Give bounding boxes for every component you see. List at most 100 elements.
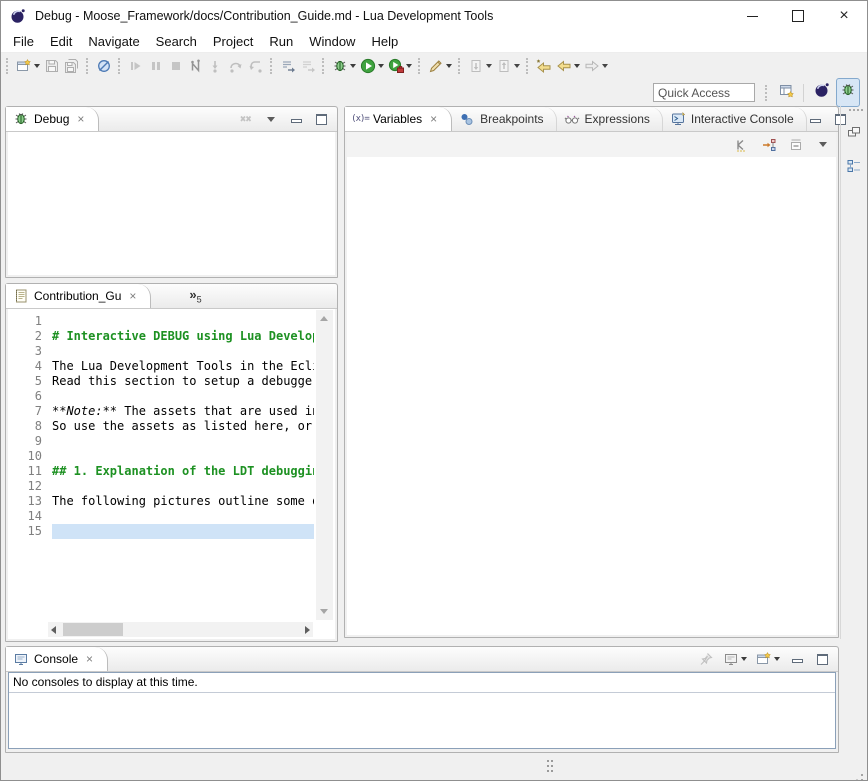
toolbar-grip[interactable] <box>526 58 531 74</box>
toolbar-grip[interactable] <box>86 58 91 74</box>
previous-annotation-dropdown-arrow[interactable] <box>514 64 520 68</box>
restore-view-button[interactable] <box>844 122 864 147</box>
next-annotation-dropdown-arrow[interactable] <box>486 64 492 68</box>
remove-all-terminated-button[interactable] <box>237 110 255 128</box>
use-step-filters-button[interactable] <box>298 56 318 76</box>
minimize-button[interactable] <box>287 110 305 128</box>
run-dropdown-arrow[interactable] <box>378 64 384 68</box>
show-logical-structures-button[interactable] <box>759 135 779 155</box>
window-resize-grip[interactable] <box>861 774 863 776</box>
console-tab-close-icon[interactable]: × <box>86 652 93 666</box>
view-menu-button[interactable] <box>813 135 833 155</box>
editor-line-13[interactable]: 13The following pictures outline some o <box>8 494 314 509</box>
trim-drag-handle[interactable] <box>853 109 855 111</box>
scroll-up-arrow[interactable] <box>320 316 328 321</box>
terminate-button[interactable] <box>166 56 186 76</box>
quick-access-input[interactable] <box>653 83 755 102</box>
menu-edit[interactable]: Edit <box>42 32 80 51</box>
tab-variables[interactable]: (x)=Variables× <box>345 107 452 131</box>
maximize-button[interactable] <box>312 110 330 128</box>
tab-contribution-guide[interactable]: Contribution_Gu × <box>6 284 151 308</box>
open-console-dropdown-arrow[interactable] <box>774 657 780 661</box>
skip-all-breakpoints-button[interactable] <box>94 56 114 76</box>
editor-horizontal-scrollbar[interactable] <box>48 622 313 637</box>
scroll-down-arrow[interactable] <box>320 609 328 614</box>
run-button[interactable] <box>358 56 386 76</box>
debug-tab-close-icon[interactable]: × <box>77 112 84 126</box>
minimize-button[interactable] <box>807 110 825 128</box>
tab-debug[interactable]: Debug × <box>6 107 99 131</box>
forward-dropdown-arrow[interactable] <box>602 64 608 68</box>
editor-line-4[interactable]: 4The Lua Development Tools in the Ecli <box>8 359 314 374</box>
editor-line-11[interactable]: 11## 1. Explanation of the LDT debuggin <box>8 464 314 479</box>
forward-button[interactable] <box>582 56 610 76</box>
menu-search[interactable]: Search <box>148 32 205 51</box>
save-button[interactable] <box>42 56 62 76</box>
next-annotation-button[interactable] <box>466 56 494 76</box>
tab-expressions[interactable]: Expressions <box>557 107 663 131</box>
tab-close-icon[interactable]: × <box>430 112 437 126</box>
suspend-button[interactable] <box>146 56 166 76</box>
pencil-dropdown-arrow[interactable] <box>446 64 452 68</box>
toolbar-grip[interactable] <box>418 58 423 74</box>
lua-perspective-button[interactable] <box>810 78 834 107</box>
menu-navigate[interactable]: Navigate <box>80 32 147 51</box>
editor-line-12[interactable]: 12 <box>8 479 314 494</box>
new-wizard-dropdown-arrow[interactable] <box>34 64 40 68</box>
editor-line-5[interactable]: 5Read this section to setup a debugger <box>8 374 314 389</box>
editor-vertical-scrollbar[interactable] <box>316 310 333 620</box>
editor-line-8[interactable]: 8So use the assets as listed here, or <box>8 419 314 434</box>
step-over-button[interactable] <box>226 56 246 76</box>
editor-line-7[interactable]: 7**Note:** The assets that are used in <box>8 404 314 419</box>
tab-breakpoints[interactable]: Breakpoints <box>452 107 556 131</box>
toolbar-grip[interactable] <box>765 85 770 101</box>
menu-project[interactable]: Project <box>205 32 261 51</box>
back-dropdown-arrow[interactable] <box>574 64 580 68</box>
view-menu-button[interactable] <box>262 110 280 128</box>
window-minimize-button[interactable] <box>729 1 775 31</box>
editor-line-10[interactable]: 10 <box>8 449 314 464</box>
scrollbar-thumb[interactable] <box>63 623 123 636</box>
toolbar-grip[interactable] <box>322 58 327 74</box>
debug-view-content[interactable] <box>8 132 335 275</box>
status-drag-handle[interactable] <box>547 760 549 762</box>
disconnect-button[interactable] <box>186 56 206 76</box>
menu-run[interactable]: Run <box>261 32 301 51</box>
external-tools-dropdown-arrow[interactable] <box>406 64 412 68</box>
maximize-button[interactable] <box>813 650 831 668</box>
tab-interactive-console[interactable]: Interactive Console <box>663 107 807 131</box>
step-into-button[interactable] <box>206 56 226 76</box>
tab-console[interactable]: Console × <box>6 647 108 671</box>
open-perspective-button[interactable] <box>775 78 799 107</box>
scroll-left-arrow[interactable] <box>51 626 56 634</box>
external-tools-button[interactable] <box>386 56 414 76</box>
variables-view-content[interactable] <box>347 157 836 635</box>
pencil-button[interactable] <box>426 56 454 76</box>
collapse-all-button[interactable] <box>786 135 806 155</box>
scroll-right-arrow[interactable] <box>305 626 310 634</box>
console-content[interactable]: No consoles to display at this time. <box>8 672 836 749</box>
toolbar-grip[interactable] <box>270 58 275 74</box>
window-maximize-button[interactable] <box>775 1 821 31</box>
menu-window[interactable]: Window <box>301 32 363 51</box>
more-editors-chevron[interactable]: »5 <box>189 287 201 305</box>
editor-line-6[interactable]: 6 <box>8 389 314 404</box>
back-button[interactable] <box>554 56 582 76</box>
debug-button[interactable] <box>330 56 358 76</box>
editor-line-14[interactable]: 14 <box>8 509 314 524</box>
previous-annotation-button[interactable] <box>494 56 522 76</box>
editor-line-9[interactable]: 9 <box>8 434 314 449</box>
editor-line-1[interactable]: 1 <box>8 314 314 329</box>
outline-view-button[interactable] <box>844 156 864 181</box>
minimize-button[interactable] <box>788 650 806 668</box>
pin-console-button[interactable] <box>697 650 715 668</box>
display-selected-console-dropdown-arrow[interactable] <box>741 657 747 661</box>
last-edit-location-button[interactable] <box>534 56 554 76</box>
drop-to-frame-button[interactable] <box>278 56 298 76</box>
debug-perspective-button[interactable] <box>836 78 860 107</box>
editor-line-2[interactable]: 2# Interactive DEBUG using Lua Develop <box>8 329 314 344</box>
editor-text-area[interactable]: 12# Interactive DEBUG using Lua Develop3… <box>8 314 314 621</box>
show-type-names-button[interactable] <box>732 135 752 155</box>
editor-line-15[interactable]: 15 <box>8 524 314 539</box>
toolbar-grip[interactable] <box>458 58 463 74</box>
